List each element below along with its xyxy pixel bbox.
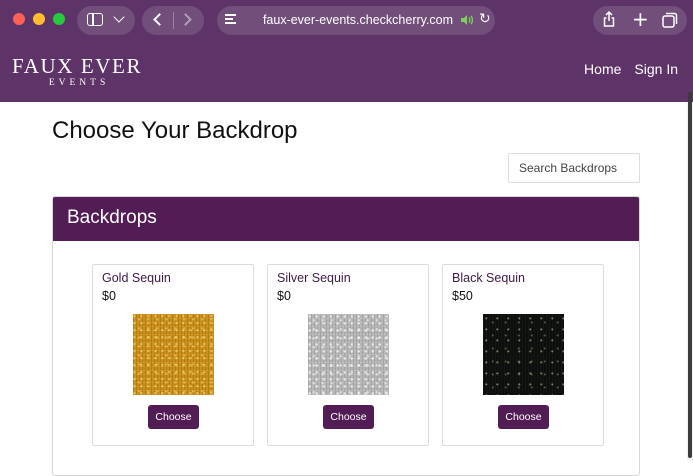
backdrop-image	[308, 314, 389, 395]
sidebar-toggle-group[interactable]	[77, 6, 135, 35]
backdrop-name: Black Sequin	[452, 271, 525, 285]
zoom-window-button[interactable]	[53, 13, 65, 25]
main-content: Choose Your Backdrop Backdrops Gold Sequ…	[0, 102, 687, 476]
backdrop-card-gold-sequin: Gold Sequin $0 Choose	[92, 264, 254, 446]
site-logo[interactable]: FAUX EVER EVENTS	[12, 54, 143, 89]
page-settings-icon[interactable]	[225, 14, 236, 25]
panel-heading: Backdrops	[53, 197, 639, 241]
header-nav: Home Sign In	[584, 61, 678, 77]
page-title: Choose Your Backdrop	[52, 117, 298, 144]
nav-home-link[interactable]: Home	[584, 61, 621, 77]
choose-silver-sequin-button[interactable]: Choose	[323, 405, 374, 429]
backdrop-image	[483, 314, 564, 395]
page-scrollbar-thumb[interactable]	[688, 92, 692, 458]
backdrop-price: $0	[102, 289, 116, 303]
plus-icon[interactable]: +	[632, 9, 649, 29]
search-backdrops-input[interactable]	[508, 153, 640, 183]
backdrop-name: Gold Sequin	[102, 271, 171, 285]
minimize-window-button[interactable]	[33, 13, 45, 25]
backdrop-card-silver-sequin: Silver Sequin $0 Choose	[267, 264, 429, 446]
share-icon[interactable]	[602, 11, 616, 27]
backdrops-panel: Backdrops Gold Sequin $0 Choose Silver S…	[52, 196, 640, 476]
nav-sign-in-link[interactable]: Sign In	[634, 61, 678, 77]
browser-toolbar: faux-ever-events.checkcherry.com ↻ +	[0, 0, 693, 40]
site-header: FAUX EVER EVENTS Home Sign In	[0, 40, 693, 102]
nav-divider	[173, 12, 174, 29]
choose-gold-sequin-button[interactable]: Choose	[148, 405, 199, 429]
sidebar-icon[interactable]	[87, 13, 103, 26]
backdrop-name: Silver Sequin	[277, 271, 351, 285]
tabs-icon[interactable]	[662, 12, 678, 28]
choose-black-sequin-button[interactable]: Choose	[498, 405, 549, 429]
url-text[interactable]: faux-ever-events.checkcherry.com	[258, 13, 458, 27]
backdrop-image	[133, 314, 214, 395]
backdrop-card-black-sequin: Black Sequin $50 Choose	[442, 264, 604, 446]
speaker-icon[interactable]	[460, 14, 474, 26]
backdrop-price: $50	[452, 289, 473, 303]
logo-main-text: FAUX EVER	[12, 54, 143, 78]
close-window-button[interactable]	[13, 13, 25, 25]
logo-sub-text: EVENTS	[48, 78, 110, 88]
reload-icon[interactable]: ↻	[479, 12, 491, 26]
backdrop-price: $0	[277, 289, 291, 303]
